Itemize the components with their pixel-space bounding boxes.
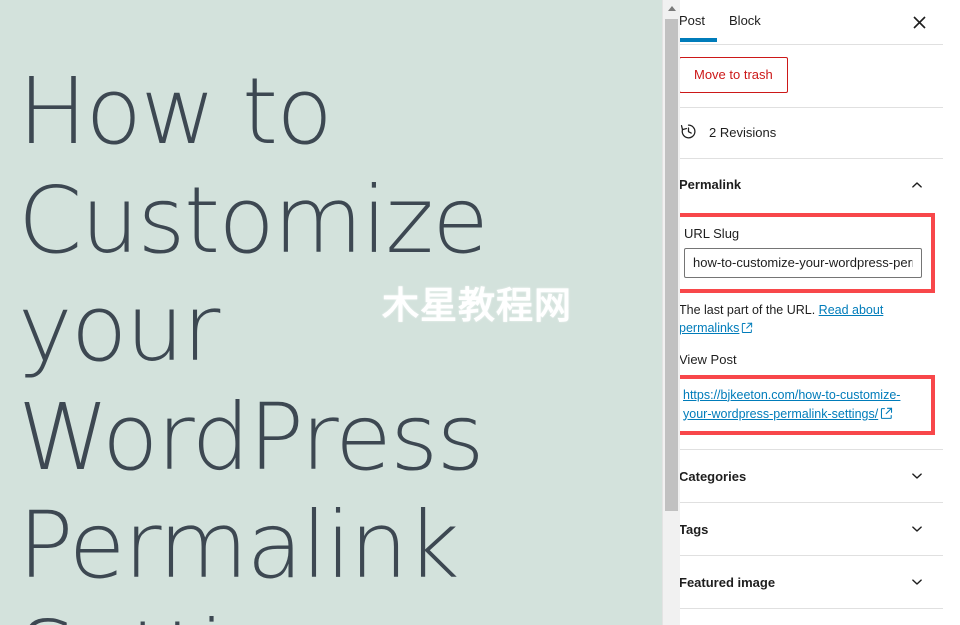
editor-canvas[interactable]: How to Customize your WordPress Permalin… <box>0 0 662 625</box>
permalink-body: URL Slug The last part of the URL. Read … <box>663 212 943 450</box>
watermark: 木星教程网 <box>382 284 572 327</box>
close-icon[interactable] <box>903 6 935 38</box>
panel-categories: Categories <box>663 450 943 504</box>
settings-sidebar: Post Block Move to trash 2 Revisions Per… <box>662 0 943 625</box>
permalink-help-text: The last part of the URL. Read about per… <box>663 299 943 339</box>
panel-excerpt: Excerpt <box>663 609 943 625</box>
post-title[interactable]: How to Customize your WordPress Permalin… <box>18 58 648 625</box>
panel-permalink-title: Permalink <box>679 177 742 193</box>
panel-featured-image-title: Featured image <box>679 574 776 590</box>
panel-categories-title: Categories <box>679 468 747 484</box>
tab-block[interactable]: Block <box>717 0 773 41</box>
panel-categories-header[interactable]: Categories <box>663 450 943 502</box>
history-icon <box>679 122 698 144</box>
revisions-row[interactable]: 2 Revisions <box>663 108 943 159</box>
post-url-link[interactable]: https://bjkeeton.com/how-to-customize-yo… <box>683 388 900 421</box>
url-slug-input[interactable] <box>684 247 922 278</box>
sidebar-tab-bar: Post Block <box>663 0 943 45</box>
permalink-help-sentence: The last part of the URL. <box>679 302 816 317</box>
panel-tags-title: Tags <box>679 521 709 537</box>
revisions-label: 2 Revisions <box>709 125 777 141</box>
panel-tags: Tags <box>663 503 943 557</box>
post-url-highlight: https://bjkeeton.com/how-to-customize-yo… <box>671 374 935 436</box>
vertical-scrollbar[interactable] <box>662 0 680 625</box>
panel-excerpt-header[interactable]: Excerpt <box>663 609 943 625</box>
chevron-down-icon[interactable] <box>907 466 927 486</box>
move-to-trash-button[interactable]: Move to trash <box>679 57 788 93</box>
panel-featured-image-header[interactable]: Featured image <box>663 556 943 608</box>
chevron-up-icon[interactable] <box>907 175 927 195</box>
chevron-down-icon[interactable] <box>907 519 927 539</box>
panel-permalink: Permalink URL Slug The last part of the … <box>663 158 943 451</box>
scrollbar-thumb[interactable] <box>665 19 678 511</box>
panel-tags-header[interactable]: Tags <box>663 503 943 555</box>
external-link-icon <box>880 407 893 423</box>
chevron-down-icon[interactable] <box>907 572 927 592</box>
panel-featured-image: Featured image <box>663 556 943 610</box>
scroll-up-arrow-icon[interactable] <box>663 0 680 16</box>
panel-permalink-header[interactable]: Permalink <box>663 159 943 211</box>
external-link-icon <box>741 321 753 339</box>
trash-section: Move to trash <box>663 45 943 108</box>
url-slug-label: URL Slug <box>684 225 740 241</box>
view-post-label: View Post <box>679 351 737 367</box>
wordpress-block-editor: How to Customize your WordPress Permalin… <box>0 0 960 625</box>
url-slug-highlight: URL Slug <box>671 212 935 293</box>
